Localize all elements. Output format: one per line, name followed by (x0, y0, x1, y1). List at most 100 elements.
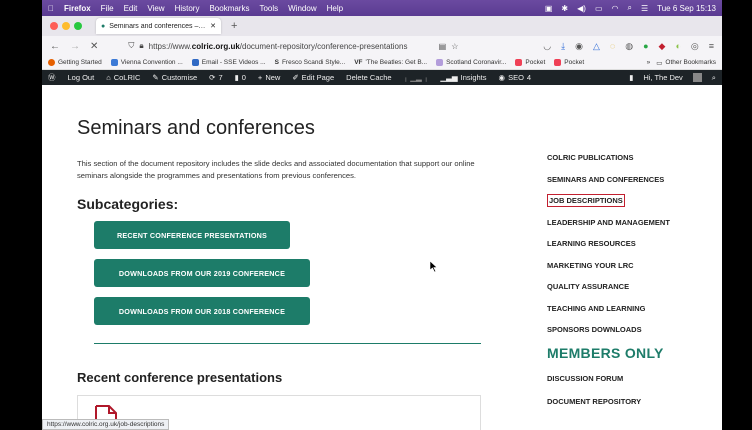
close-window-icon[interactable] (50, 22, 58, 30)
menu-history[interactable]: History (175, 4, 200, 13)
chart-icon: ▁▃▅ (440, 73, 458, 82)
mouse-cursor-icon (430, 261, 438, 272)
bluetooth-icon[interactable]: ✱ (561, 4, 568, 13)
folder-icon: ▭ (656, 59, 663, 67)
sidebar-item-discussion-forum[interactable]: DISCUSSION FORUM (547, 367, 641, 390)
sidebar-item-quality-assurance[interactable]: QUALITY ASSURANCE (547, 276, 722, 298)
favicon-icon: ● (101, 22, 106, 30)
sidebar-item-sponsors[interactable]: SPONSORS DOWNLOADS (547, 319, 722, 341)
sidebar-item-learning-resources[interactable]: LEARNING RESOURCES (547, 233, 722, 255)
url-text[interactable]: https://www.colric.org.uk/document-repos… (149, 42, 434, 51)
account-greeting[interactable]: Hi, The Dev (643, 73, 682, 82)
extension-icon-1[interactable]: ◉ (575, 41, 583, 52)
menu-window[interactable]: Window (288, 4, 316, 13)
bookmark-fresco[interactable]: S Fresco Scandi Style... (275, 59, 346, 66)
battery-icon[interactable]: ▭ (595, 4, 603, 13)
reader-view-icon[interactable]: ▤ (439, 42, 447, 51)
bookmark-pocket-2[interactable]: Pocket (554, 59, 584, 66)
extension-icon-2[interactable]: △ (593, 41, 600, 52)
back-icon[interactable]: ← (50, 41, 60, 52)
forward-icon[interactable]: → (70, 41, 80, 52)
search-icon[interactable]: ⌕ (712, 73, 716, 83)
menu-app-name[interactable]: Firefox (64, 4, 91, 13)
new-tab-button[interactable]: + (231, 20, 237, 32)
bookmark-vienna[interactable]: Vienna Convention ... (110, 59, 183, 66)
extension-icon-8[interactable]: ◎ (691, 41, 699, 52)
site-link[interactable]: ⌂ CoLRIC (106, 73, 140, 82)
sidebar-item-leadership[interactable]: LEADERSHIP AND MANAGEMENT (547, 212, 722, 234)
extension-icon-5[interactable]: ● (643, 41, 648, 52)
sidebar-item-teaching[interactable]: TEACHING AND LEARNING (547, 298, 722, 320)
sidebar-item-seminars[interactable]: SEMINARS AND CONFERENCES (547, 169, 722, 191)
seo-icon: ◉ (498, 73, 506, 82)
downloads-2018-button[interactable]: DOWNLOADS FROM OUR 2018 CONFERENCE (94, 297, 310, 325)
menu-bookmarks[interactable]: Bookmarks (209, 4, 249, 13)
plus-icon: + (257, 73, 263, 82)
members-nav: DISCUSSION FORUM DOCUMENT REPOSITORY (547, 367, 641, 413)
recent-heading: Recent conference presentations (77, 370, 283, 385)
screen-share-icon[interactable]: ▣ (545, 4, 553, 13)
menu-help[interactable]: Help (327, 4, 343, 13)
sidebar-item-marketing[interactable]: MARKETING YOUR LRC (547, 255, 722, 277)
intro-text: This section of the document repository … (77, 159, 475, 180)
wordpress-icon[interactable]: Ⓦ (48, 72, 56, 83)
sidebar-nav: COLRIC PUBLICATIONS SEMINARS AND CONFERE… (547, 147, 722, 341)
menu-tools[interactable]: Tools (259, 4, 278, 13)
sidebar-item-colric-publications[interactable]: COLRIC PUBLICATIONS (547, 147, 722, 169)
updates-link[interactable]: ⟳ 7 (209, 73, 222, 82)
edit-page-link[interactable]: ✐ Edit Page (292, 73, 334, 82)
sidebar-item-document-repository[interactable]: DOCUMENT REPOSITORY (547, 390, 641, 413)
section-divider (94, 343, 481, 344)
minimize-window-icon[interactable] (62, 22, 70, 30)
customise-link[interactable]: ✎ Customise (152, 73, 197, 82)
shield-icon[interactable]: ⛉ (128, 41, 134, 51)
apple-icon[interactable]:  (48, 4, 54, 13)
logout-link[interactable]: Log Out (68, 73, 95, 82)
extension-icon-4[interactable]: ◍ (625, 41, 633, 52)
screen-options-icon[interactable]: ▮ (629, 73, 633, 82)
tab-strip: ● Seminars and conferences – Co ✕ + (42, 16, 722, 36)
insights-link[interactable]: ▁▃▅ Insights (440, 73, 486, 82)
seo-link[interactable]: ◉ SEO 4 (499, 73, 532, 82)
window-controls (50, 22, 82, 30)
bookmark-getting-started[interactable]: Getting Started (48, 59, 102, 66)
other-bookmarks[interactable]: ▭ Other Bookmarks (656, 59, 716, 67)
stop-icon[interactable]: ✕ (90, 41, 98, 52)
volume-icon[interactable]: ◀) (577, 4, 586, 13)
clock[interactable]: Tue 6 Sep 15:13 (657, 4, 716, 13)
new-content-link[interactable]: + New (258, 73, 280, 82)
home-icon: ⌂ (106, 73, 111, 82)
extension-icon-6[interactable]: ◆ (659, 41, 666, 52)
subcategories-heading: Subcategories: (77, 196, 179, 212)
downloads-icon[interactable]: ⤓ (561, 41, 565, 52)
bookmark-pocket-1[interactable]: Pocket (515, 59, 545, 66)
pocket-icon[interactable]: ◡ (543, 41, 551, 52)
menu-edit[interactable]: Edit (124, 4, 138, 13)
close-tab-icon[interactable]: ✕ (210, 22, 216, 30)
extension-icon-7[interactable]: ◐ (675, 41, 680, 52)
downloads-2019-button[interactable]: DOWNLOADS FROM OUR 2019 CONFERENCE (94, 259, 310, 287)
bookmark-star-icon[interactable]: ☆ (451, 42, 458, 51)
comments-link[interactable]: ▮ 0 (235, 73, 246, 82)
recent-presentations-button[interactable]: RECENT CONFERENCE PRESENTATIONS (94, 221, 290, 249)
bookmarks-overflow-icon[interactable]: » (647, 59, 651, 67)
wifi-icon[interactable]: ◠ (612, 4, 619, 13)
tab-seminars[interactable]: ● Seminars and conferences – Co ✕ (96, 18, 221, 34)
delete-cache-link[interactable]: Delete Cache (346, 73, 391, 82)
menu-file[interactable]: File (101, 4, 114, 13)
avatar[interactable] (692, 73, 702, 82)
pencil-icon: ✐ (292, 73, 299, 82)
extension-icon-3[interactable]: ◌ (610, 41, 615, 52)
maximize-window-icon[interactable] (74, 22, 82, 30)
bookmark-scotland[interactable]: Scotland Coronavir... (436, 59, 506, 66)
bookmark-email[interactable]: Email - SSE Videos ... (191, 59, 266, 66)
address-bar[interactable]: ⛉ 🔒︎ https://www.colric.org.uk/document-… (128, 39, 458, 53)
menu-icon[interactable]: ≡ (709, 41, 714, 52)
bookmark-beatles[interactable]: VF 'The Beatles: Get B... (354, 59, 427, 66)
menu-view[interactable]: View (147, 4, 164, 13)
refresh-icon: ⟳ (209, 73, 216, 82)
search-icon[interactable]: ⌕ (627, 3, 631, 13)
control-center-icon[interactable]: ☰ (641, 4, 648, 13)
sidebar-item-job-descriptions[interactable]: JOB DESCRIPTIONS (547, 190, 722, 212)
lock-icon[interactable]: 🔒︎ (139, 41, 143, 51)
